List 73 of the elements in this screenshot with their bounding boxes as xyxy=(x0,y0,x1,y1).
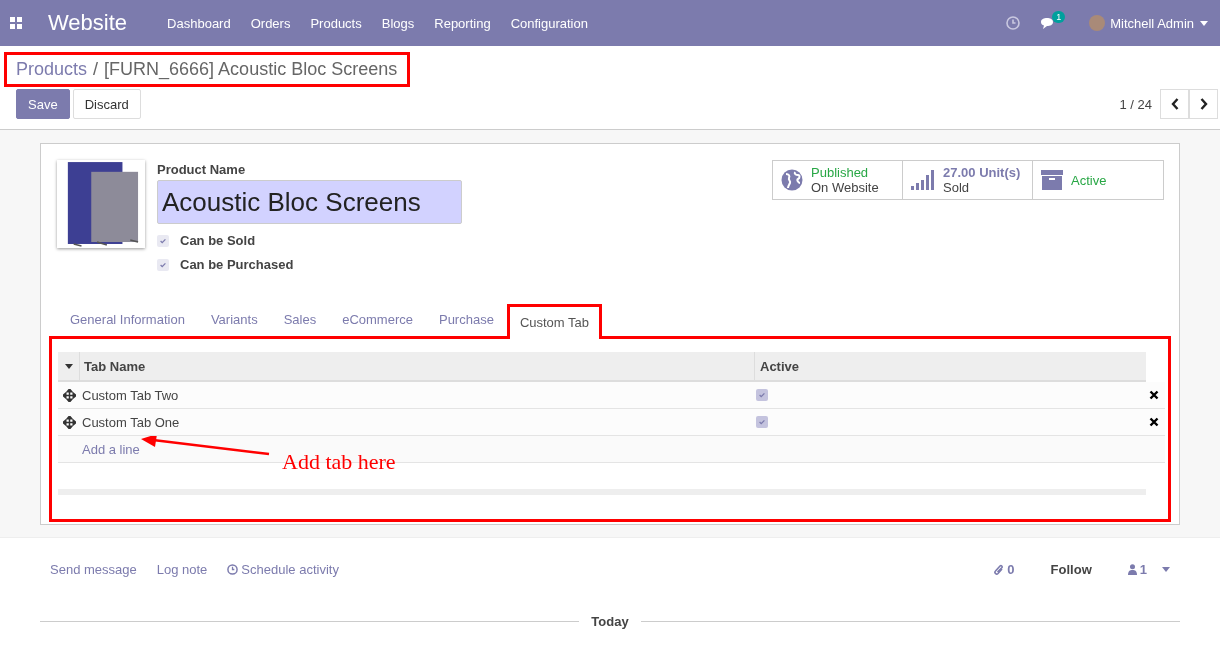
clock-icon xyxy=(227,564,239,575)
date-separator: Today xyxy=(591,614,629,629)
chevron-left-icon xyxy=(1170,98,1179,110)
tab[interactable]: Variants xyxy=(197,312,271,336)
stat-value: Active xyxy=(1071,172,1107,188)
menu-item[interactable]: Reporting xyxy=(434,15,491,31)
checkbox-label: Can be Purchased xyxy=(180,257,294,272)
menu-item[interactable]: Products xyxy=(310,15,362,31)
table-cell-text: Custom Tab Two xyxy=(81,387,180,403)
message-count-badge: 1 xyxy=(1052,10,1066,23)
chatter-link[interactable]: Send message xyxy=(50,562,137,577)
avatar-circle xyxy=(1089,15,1106,31)
globe-icon xyxy=(781,169,803,191)
pager-counter: 1 / 24 xyxy=(1119,96,1152,112)
stat-label: Sold xyxy=(943,180,971,195)
person-icon xyxy=(1127,564,1137,575)
signal-bars-icon xyxy=(911,170,935,190)
user-menu[interactable]: Mitchell Admin xyxy=(1110,15,1194,31)
add-line-link[interactable]: Add a line xyxy=(58,441,140,457)
attachments-button[interactable]: 0 xyxy=(994,562,1015,577)
move-handle-icon[interactable] xyxy=(63,388,76,402)
discard-button[interactable]: Discard xyxy=(72,89,141,119)
next-button[interactable] xyxy=(1189,89,1218,119)
previous-button[interactable] xyxy=(1160,89,1189,119)
tab[interactable]: Sales xyxy=(270,312,330,336)
stat-value: 27.00 Unit(s) xyxy=(943,165,1021,180)
check-icon xyxy=(159,236,167,245)
app-title: Website xyxy=(48,10,128,36)
stat-button[interactable]: Active xyxy=(1033,161,1163,199)
product-name-field[interactable]: Acoustic Bloc Screens xyxy=(157,180,462,224)
save-button[interactable]: Save xyxy=(16,89,70,119)
tab[interactable]: Custom Tab xyxy=(506,304,603,339)
table-cell-text: Custom Tab One xyxy=(81,414,181,430)
chevron-right-icon xyxy=(1199,98,1208,110)
checkbox[interactable] xyxy=(157,258,169,271)
tab[interactable]: General Information xyxy=(57,312,198,336)
follow-button[interactable]: Follow xyxy=(1044,561,1098,578)
check-icon xyxy=(758,418,766,426)
checkbox[interactable] xyxy=(756,389,768,401)
checkbox[interactable] xyxy=(157,234,169,247)
followers-button[interactable]: 1 xyxy=(1127,562,1147,577)
move-handle-icon[interactable] xyxy=(63,415,76,429)
caret-icon[interactable] xyxy=(1200,20,1208,26)
breadcrumb-current: [FURN_6666] Acoustic Bloc Screens xyxy=(104,59,398,80)
column-header[interactable]: Active xyxy=(755,358,800,374)
menu-item[interactable]: Blogs xyxy=(381,15,415,31)
annotation-text: Add tab here xyxy=(282,449,396,475)
stat-value: Published xyxy=(811,165,870,180)
paperclip-icon xyxy=(994,563,1005,576)
breadcrumb-link[interactable]: Products xyxy=(16,59,88,80)
stat-button[interactable]: Published On Website xyxy=(773,161,903,199)
column-header[interactable]: Tab Name xyxy=(80,352,755,380)
check-icon xyxy=(758,391,766,399)
clock-icon[interactable] xyxy=(1006,16,1021,30)
checkbox[interactable] xyxy=(756,416,768,428)
menu-item[interactable]: Dashboard xyxy=(167,15,231,31)
stat-button[interactable]: 27.00 Unit(s) Sold xyxy=(903,161,1033,199)
stat-label: On Website xyxy=(811,180,879,195)
apps-grid-icon[interactable] xyxy=(10,17,22,29)
checkbox-label: Can be Sold xyxy=(180,233,256,248)
schedule-activity-link[interactable]: Schedule activity xyxy=(227,562,339,577)
field-label: Product Name xyxy=(157,162,247,177)
delete-icon[interactable] xyxy=(1149,417,1159,427)
tab[interactable]: Purchase xyxy=(425,312,507,336)
menu-item[interactable]: Configuration xyxy=(510,15,588,31)
breadcrumb-separator: / xyxy=(93,59,99,80)
menu-item[interactable]: Orders xyxy=(250,15,291,31)
chatter-link[interactable]: Log note xyxy=(156,562,208,577)
check-icon xyxy=(159,260,167,269)
delete-icon[interactable] xyxy=(1149,390,1159,400)
caret-icon[interactable] xyxy=(1162,567,1170,572)
tab[interactable]: eCommerce xyxy=(329,312,426,336)
archive-box-icon xyxy=(1041,170,1063,190)
